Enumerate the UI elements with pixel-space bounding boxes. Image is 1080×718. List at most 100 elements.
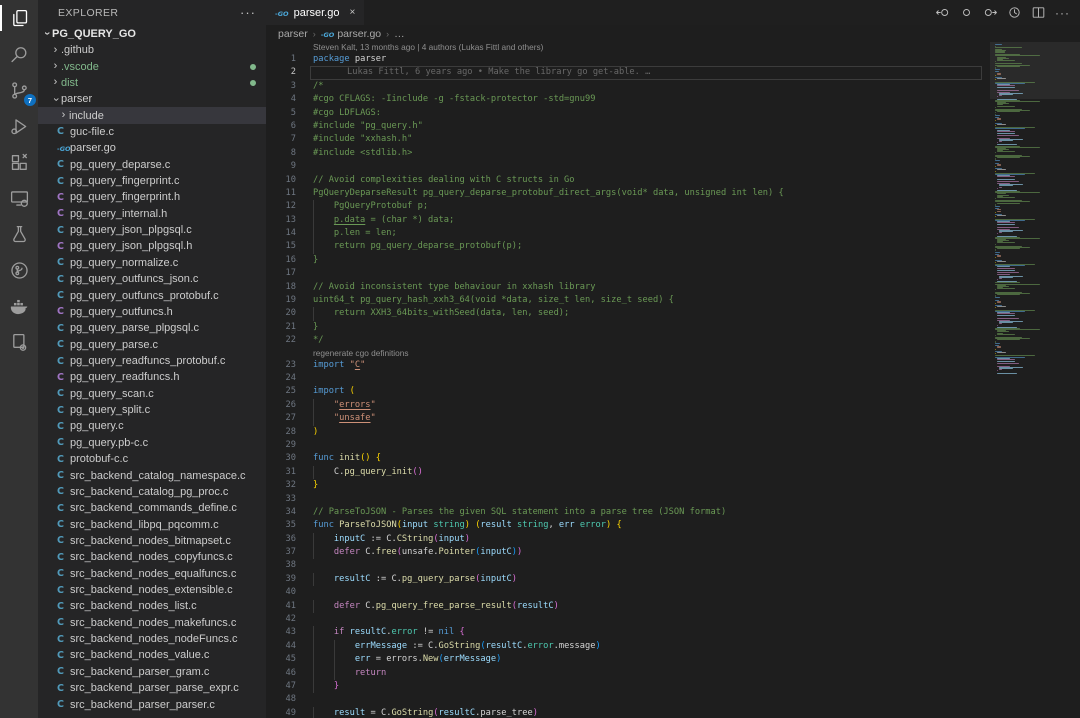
code-line[interactable]: 45err = errors.New(errMessage) [266,653,990,666]
activitybar-docker[interactable] [0,288,38,324]
line-number[interactable]: 20 [266,307,296,320]
activitybar-extensions[interactable] [0,144,38,180]
tree-item[interactable]: Csrc_backend_nodes_list.c [38,598,266,614]
tree-item[interactable]: Csrc_backend_nodes_makefuncs.c [38,615,266,631]
tree-item[interactable]: Cpg_query_readfuncs_protobuf.c [38,353,266,369]
line-number[interactable]: 28 [266,426,296,439]
tree-item[interactable]: Cpg_query_parse.c [38,336,266,352]
tree-item[interactable]: ›parser [38,91,266,107]
tree-item[interactable]: Cprotobuf-c.c [38,451,266,467]
line-number[interactable]: 19 [266,294,296,307]
code-line[interactable]: 23import "C" [266,359,990,372]
line-number[interactable]: 18 [266,281,296,294]
breadcrumb-item[interactable]: GOparser.go [321,28,381,40]
line-number[interactable]: 24 [266,372,296,385]
code-lens[interactable]: Steven Kalt, 13 months ago | 4 authors (… [266,42,990,53]
code-line[interactable]: 43if resultC.error != nil { [266,626,990,639]
tree-item[interactable]: GOparser.go [38,140,266,156]
line-number[interactable]: 12 [266,200,296,213]
line-number[interactable]: 32 [266,479,296,492]
code-line[interactable]: 3/* [266,80,990,93]
code-line[interactable]: 14p.len = len; [266,227,990,240]
open-changes-icon[interactable] [959,5,974,20]
code-line[interactable]: 48 [266,693,990,706]
line-number[interactable]: 45 [266,653,296,666]
line-number[interactable]: 26 [266,399,296,412]
code-line[interactable]: 2Lukas Fittl, 6 years ago • Make the lib… [266,66,990,79]
line-number[interactable]: 22 [266,334,296,347]
code-line[interactable]: 16} [266,254,990,267]
code-line[interactable]: 11PgQueryDeparseResult pg_query_deparse_… [266,187,990,200]
line-number[interactable]: 10 [266,174,296,187]
line-number[interactable]: 38 [266,559,296,572]
code-line[interactable]: 20return XXH3_64bits_withSeed(data, len,… [266,307,990,320]
code-line[interactable]: 47} [266,680,990,693]
line-number[interactable]: 6 [266,120,296,133]
tree-item[interactable]: Csrc_backend_parser_parse_expr.c [38,680,266,696]
code-line[interactable]: 42 [266,613,990,626]
code-line[interactable]: 32} [266,479,990,492]
line-number[interactable]: 9 [266,160,296,173]
code-line[interactable]: 9 [266,160,990,173]
code-line[interactable]: 6#include "pg_query.h" [266,120,990,133]
line-number[interactable]: 4 [266,93,296,106]
activitybar-remote-explorer[interactable] [0,180,38,216]
tree-item[interactable]: Cpg_query_outfuncs_json.c [38,271,266,287]
code-line[interactable]: 18// Avoid inconsistent type behaviour i… [266,281,990,294]
tree-item[interactable]: Csrc_backend_parser_gram.c [38,664,266,680]
line-number[interactable]: 48 [266,693,296,706]
tree-item[interactable]: Csrc_backend_parser_parser.c [38,696,266,712]
line-number[interactable]: 39 [266,573,296,586]
line-number[interactable]: 7 [266,133,296,146]
activitybar-source-control[interactable]: 7 [0,72,38,108]
activitybar-explorer[interactable] [0,0,38,36]
previous-change-icon[interactable] [935,5,950,20]
tree-item[interactable]: Cpg_query.pb-c.c [38,435,266,451]
line-number[interactable]: 49 [266,707,296,718]
tree-item[interactable]: Cpg_query_fingerprint.c [38,173,266,189]
line-number[interactable]: 21 [266,321,296,334]
code-line[interactable]: 8#include <stdlib.h> [266,147,990,160]
code-line[interactable]: 33 [266,493,990,506]
line-number[interactable]: 1 [266,53,296,66]
tree-item[interactable]: Cpg_query_outfuncs.h [38,304,266,320]
tree-item[interactable]: Cpg_query_internal.h [38,206,266,222]
tree-item[interactable]: Cpg_query_json_plpgsql.h [38,238,266,254]
tree-item[interactable]: Cpg_query_split.c [38,402,266,418]
tree-item[interactable]: Cpg_query_json_plpgsql.c [38,222,266,238]
code-line[interactable]: 10// Avoid complexities dealing with C s… [266,174,990,187]
code-line[interactable]: 1package parser [266,53,990,66]
line-number[interactable]: 14 [266,227,296,240]
line-number[interactable]: 42 [266,613,296,626]
tree-item[interactable]: Cpg_query_fingerprint.h [38,189,266,205]
code-line[interactable]: 40 [266,586,990,599]
line-number[interactable]: 23 [266,359,296,372]
tree-item[interactable]: ›.github [38,42,266,58]
code-line[interactable]: 13p.data = (char *) data; [266,214,990,227]
tree-item[interactable]: Cpg_query.c [38,418,266,434]
close-icon[interactable]: × [349,7,355,18]
line-number[interactable]: 31 [266,466,296,479]
tree-item[interactable]: Csrc_backend_nodes_value.c [38,647,266,663]
code-line[interactable]: 27"unsafe" [266,412,990,425]
line-number[interactable]: 41 [266,600,296,613]
code-line[interactable]: 31C.pg_query_init() [266,466,990,479]
tree-item[interactable]: Csrc_backend_nodes_copyfuncs.c [38,549,266,565]
code-line[interactable]: 4#cgo CFLAGS: -Iinclude -g -fstack-prote… [266,93,990,106]
split-editor-icon[interactable] [1031,5,1046,20]
code-line[interactable]: 12PgQueryProtobuf p; [266,200,990,213]
minimap[interactable] [990,42,1080,718]
more-actions-icon[interactable]: ··· [240,5,256,20]
breadcrumb-item[interactable]: parser [278,28,308,40]
line-number[interactable]: 44 [266,640,296,653]
code-line[interactable]: 38 [266,559,990,572]
code-line[interactable]: 19uint64_t pg_query_hash_xxh3_64(void *d… [266,294,990,307]
line-number[interactable]: 15 [266,240,296,253]
code-line[interactable]: 28) [266,426,990,439]
activitybar-gitlens[interactable] [0,252,38,288]
code-line[interactable]: 36inputC := C.CString(input) [266,533,990,546]
line-number[interactable]: 36 [266,533,296,546]
code-line[interactable]: 15return pg_query_deparse_protobuf(p); [266,240,990,253]
code-line[interactable]: 24 [266,372,990,385]
code-line[interactable]: 49result = C.GoString(resultC.parse_tree… [266,707,990,718]
